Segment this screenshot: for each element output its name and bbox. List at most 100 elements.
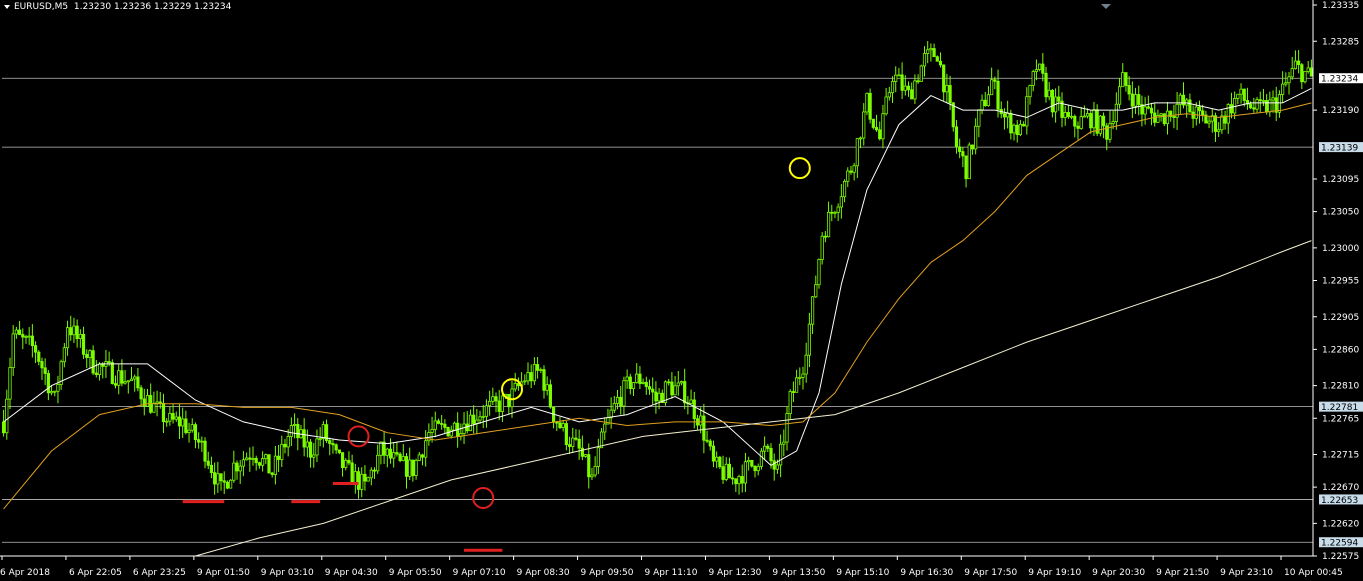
candle-body [884,96,888,115]
candle-body [1258,99,1262,102]
candle-body [14,329,18,335]
candle-body [113,383,118,386]
price-axis[interactable]: 1.23335 1.23285 1.23190 1.23095 1.23050 1.230… [1313,1,1359,562]
candle-body [580,447,584,457]
candle-body [1124,72,1128,86]
candle-body [257,462,262,466]
candle-body [197,439,201,443]
candle-body [472,414,476,424]
candle-body [49,391,54,394]
candle-body [1025,96,1029,127]
candle-body [1047,89,1051,98]
candle-body [641,381,645,384]
chart-shift-marker-icon [1101,4,1111,9]
candle-body [1063,112,1067,118]
candle-body [497,400,501,412]
price-tag-label: 1.22594 [1321,539,1358,549]
horizontal-lines-layer [2,77,1313,543]
candle-body [775,464,780,470]
time-tick-label: 6 Apr 23:25 [133,568,186,578]
candle-body [865,92,869,113]
candle-body [794,377,799,393]
candle-body [913,80,917,100]
candle-body [945,85,949,93]
time-tick-label: 9 Apr 20:30 [1092,568,1145,578]
candle-body [868,92,872,120]
price-tag-label: 1.22781 [1321,403,1358,413]
candle-body [910,89,914,100]
candle-body [958,146,962,152]
price-tick-label: 1.23335 [1322,1,1359,11]
candle-body [443,423,447,428]
candle-body [500,395,505,412]
candle-body [1137,94,1141,105]
candle-body [1098,115,1102,134]
candle-body [810,296,815,325]
candle-body [967,144,971,180]
price-chart[interactable]: 1.23335 1.23285 1.23190 1.23095 1.23050 1.230… [0,0,1363,581]
candle-body [462,423,466,434]
candle-body [37,351,41,362]
time-tick-label: 9 Apr 23:10 [1220,568,1273,578]
candle-body [897,74,901,77]
candle-body [430,428,434,433]
time-tick-label: 9 Apr 15:10 [836,568,889,578]
candle-body [1309,67,1314,77]
candle-body [85,353,89,358]
candle-body [612,403,616,411]
candle-body [1194,106,1198,119]
price-tag-label: 1.23139 [1321,144,1358,154]
candle-body [548,384,552,408]
candle-body [305,441,309,448]
candle-body [75,325,79,339]
candle-body [986,94,991,107]
candle-body [651,388,655,393]
candle-body [676,382,680,387]
candle-body [1079,116,1083,129]
candle-body [667,381,671,384]
candle-body [356,471,361,490]
candle-body [1162,113,1166,125]
candle-body [1274,97,1278,113]
candle-body [417,454,421,461]
chart-frame [0,0,1314,557]
candle-body [344,459,348,469]
candle-body [715,456,719,462]
candle-body [1108,123,1112,140]
time-axis[interactable]: 6 Apr 2018 6 Apr 22:05 6 Apr 23:25 9 Apr 01… [0,556,1343,578]
candle-body [436,420,441,424]
candle-body [916,80,920,83]
candle-body [158,401,162,404]
candle-body [414,460,418,476]
candle-body [216,473,220,485]
candle-body [574,437,578,440]
time-tick-label: 9 Apr 19:10 [1028,568,1081,578]
candle-body [622,380,626,407]
candle-body [1111,121,1115,125]
candle-body [273,455,277,475]
candle-body [772,460,776,470]
candle-body [734,478,738,485]
candle-body [283,443,287,448]
candle-body [315,438,319,456]
candle-body [398,453,402,461]
candle-body [539,369,543,371]
candle-body [222,480,226,483]
candle-body [225,481,230,489]
candle-body [922,53,927,67]
candle-body [1022,124,1026,127]
candle-body [1197,106,1202,112]
candle-body [251,458,255,460]
candle-body [491,396,495,402]
red-circle-marker [347,425,370,448]
candle-body [532,364,536,382]
candle-body [654,391,658,402]
candle-body [484,405,489,417]
candle-body [241,459,246,467]
candle-body [174,416,178,420]
candle-body [647,386,652,390]
price-tick-label: 1.22810 [1322,382,1359,392]
candle-body [1287,76,1291,84]
candle-body [724,463,728,480]
candle-body [238,465,242,472]
